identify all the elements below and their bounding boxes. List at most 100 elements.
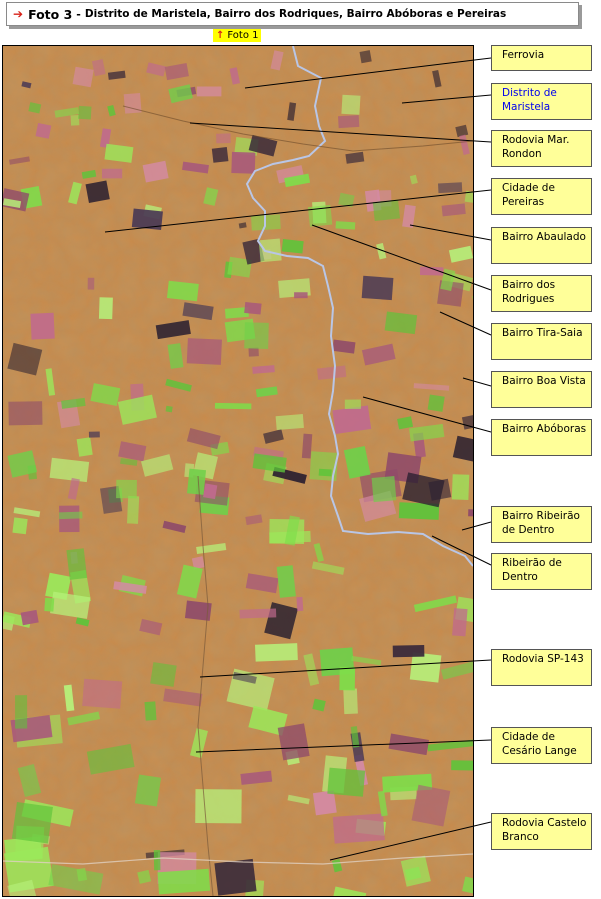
title-main: Foto 3	[28, 6, 73, 22]
field-patch	[88, 431, 100, 438]
field-patch	[338, 115, 360, 129]
field-patch	[255, 643, 298, 662]
field-patch	[165, 405, 173, 413]
field-patch	[35, 123, 52, 139]
field-patch	[78, 105, 92, 120]
label-cidade-cesario-lange: Cidade de Cesário Lange	[491, 727, 592, 764]
field-patch	[214, 402, 252, 410]
field-patch	[127, 495, 140, 524]
field-patch	[70, 115, 80, 126]
foto-1-label[interactable]: Foto 1	[227, 29, 258, 42]
field-patch	[187, 468, 207, 495]
field-patch	[49, 457, 90, 483]
field-patch	[211, 146, 229, 163]
field-patch	[150, 662, 177, 687]
field-patch	[239, 608, 277, 619]
field-patch	[258, 238, 282, 263]
field-patch	[196, 86, 222, 97]
label-ribeirao-de-dentro: Ribeirão de Dentro	[491, 553, 592, 590]
field-patch	[301, 433, 313, 459]
field-patch	[248, 347, 259, 357]
field-patch	[157, 868, 211, 895]
label-rodovia-sp143: Rodovia SP-143	[491, 649, 592, 686]
field-patch	[244, 302, 262, 315]
field-patch	[327, 767, 366, 797]
field-patch	[451, 474, 470, 500]
field-patch	[307, 204, 333, 227]
field-patch	[186, 338, 222, 365]
field-patch	[116, 479, 137, 499]
field-patch	[72, 66, 94, 88]
field-patch	[294, 292, 308, 299]
satellite-image	[2, 45, 474, 897]
field-patch	[392, 645, 425, 658]
field-patch	[123, 93, 142, 114]
field-patch	[66, 548, 88, 580]
field-patch	[335, 221, 356, 230]
field-patch	[30, 312, 55, 340]
field-patch	[134, 774, 162, 807]
field-patch	[452, 608, 468, 637]
field-patch	[231, 151, 256, 174]
field-patch	[468, 509, 473, 517]
field-patch	[332, 813, 385, 844]
field-patch	[281, 238, 304, 254]
field-patch	[312, 790, 337, 816]
field-patch	[166, 280, 199, 302]
label-bairro-aboboras: Bairro Abóboras	[491, 419, 592, 456]
label-rodovia-castelo-branco: Rodovia Castelo Branco	[491, 813, 592, 850]
title-separator: -	[76, 7, 81, 21]
page-title: ➔ Foto 3 - Distrito de Maristela, Bairro…	[6, 2, 579, 26]
field-patch	[203, 483, 218, 500]
label-bairro-rodrigues: Bairro dos Rodrigues	[491, 275, 592, 312]
field-patch	[427, 394, 445, 412]
field-patch	[11, 802, 53, 844]
field-patch	[214, 858, 257, 896]
field-patch	[82, 678, 123, 709]
field-patch	[411, 784, 451, 827]
field-patch	[87, 277, 95, 290]
label-bairro-boa-vista: Bairro Boa Vista	[491, 371, 592, 408]
field-patch	[339, 666, 356, 691]
field-patch	[12, 517, 28, 535]
field-patch	[275, 413, 304, 431]
field-patch	[98, 297, 113, 320]
field-patch	[85, 180, 110, 203]
field-patch	[371, 476, 397, 503]
label-ferrovia: Ferrovia	[491, 45, 592, 71]
field-patch	[59, 511, 83, 520]
field-patch	[76, 437, 93, 457]
field-patch	[341, 94, 361, 115]
label-cidade-pereiras: Cidade de Pereiras	[491, 178, 592, 215]
field-patch	[344, 399, 361, 409]
label-rodovia-rondon: Rodovia Mar. Rondon	[491, 130, 592, 167]
field-patch	[343, 688, 358, 715]
field-patch	[244, 322, 269, 350]
field-patch	[419, 266, 444, 276]
field-patch	[318, 468, 332, 477]
field-patch	[131, 208, 163, 230]
field-patch	[101, 168, 123, 179]
field-patch	[296, 596, 304, 612]
field-patch	[451, 760, 473, 771]
right-arrow-icon: ➔	[13, 7, 24, 21]
field-patch	[153, 849, 161, 871]
field-patch	[361, 275, 394, 301]
label-bairro-tira-saia: Bairro Tira-Saia	[491, 323, 592, 360]
field-patch	[14, 695, 28, 729]
label-distrito-maristela[interactable]: Distrito de Maristela	[491, 83, 592, 120]
field-patch	[195, 789, 242, 824]
field-patch	[144, 701, 157, 721]
field-patch	[438, 182, 463, 194]
field-patch	[277, 723, 310, 761]
up-arrow-icon: ↑	[216, 30, 225, 41]
field-patch	[8, 401, 43, 426]
field-patch	[372, 199, 401, 221]
label-bairro-abaulado: Bairro Abaulado	[491, 227, 592, 264]
field-patch	[44, 597, 55, 612]
foto-1-link[interactable]: ↑ Foto 1	[213, 29, 262, 42]
title-subtitle: Distrito de Maristela, Bairro dos Rodriq…	[84, 8, 507, 20]
field-patch	[384, 311, 418, 335]
field-patch	[276, 565, 296, 598]
field-patch	[216, 133, 231, 144]
